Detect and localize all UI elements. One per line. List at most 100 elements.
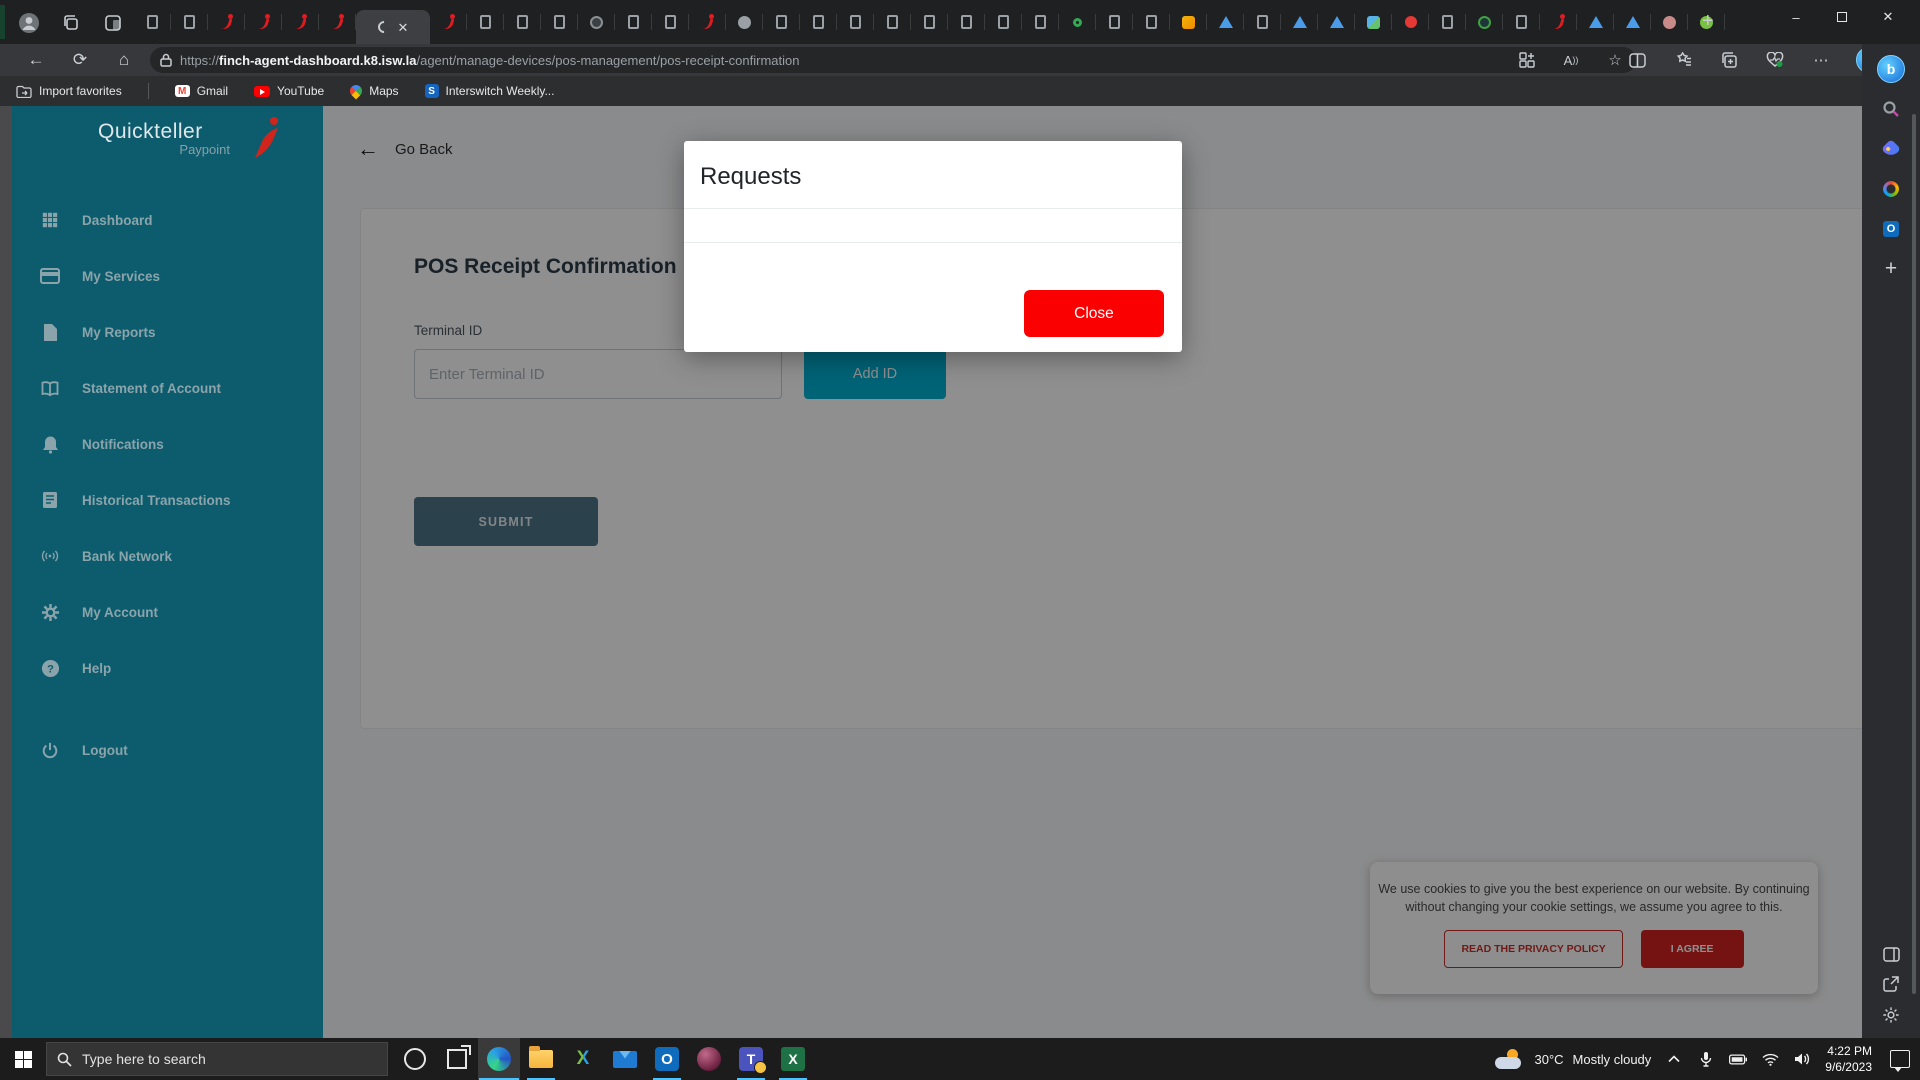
favorite-youtube[interactable]: YouTube — [254, 84, 324, 98]
browser-essentials-icon[interactable] — [1764, 49, 1786, 71]
tab-11[interactable] — [541, 0, 578, 44]
favorite-import-favorites[interactable]: Import favorites — [16, 83, 122, 99]
sidebar-item-logout[interactable]: Logout — [12, 722, 323, 778]
window-minimize-button[interactable]: – — [1774, 0, 1818, 34]
sidebar-item-historical-transactions[interactable]: Historical Transactions — [12, 472, 323, 528]
favorite-maps[interactable]: Maps — [350, 84, 398, 98]
search-icon[interactable] — [1876, 94, 1906, 124]
tab-14[interactable] — [652, 0, 689, 44]
sidebar-item-dashboard[interactable]: Dashboard — [12, 192, 323, 248]
microphone-icon[interactable] — [1697, 1050, 1715, 1068]
open-external-icon[interactable] — [1883, 976, 1899, 992]
tab-9[interactable] — [467, 0, 504, 44]
workspaces-icon[interactable] — [98, 8, 128, 38]
taskbar-app-outlook[interactable]: O — [646, 1038, 688, 1080]
sidebar-item-statement-of-account[interactable]: Statement of Account — [12, 360, 323, 416]
rail-scrollbar[interactable] — [1912, 114, 1916, 994]
tab-active[interactable]: ✕ — [356, 10, 430, 44]
tab-12[interactable] — [578, 0, 615, 44]
home-button[interactable]: ⌂ — [110, 47, 138, 73]
tab-34[interactable] — [1392, 0, 1429, 44]
volume-icon[interactable] — [1793, 1050, 1811, 1068]
tab-22[interactable] — [948, 0, 985, 44]
tab-25[interactable] — [1059, 0, 1096, 44]
tab-13[interactable] — [615, 0, 652, 44]
new-tab-button[interactable]: + — [1702, 10, 1714, 33]
add-to-collections-icon[interactable] — [1718, 49, 1740, 71]
tab-4[interactable] — [245, 0, 282, 44]
tab-33[interactable] — [1355, 0, 1392, 44]
taskbar-app-sphere-app[interactable] — [688, 1038, 730, 1080]
tab-10[interactable] — [504, 0, 541, 44]
side-panel-icon[interactable] — [1883, 947, 1900, 962]
sidebar-item-help[interactable]: ?Help — [12, 640, 323, 696]
tab-3[interactable] — [208, 0, 245, 44]
tab-21[interactable] — [911, 0, 948, 44]
window-close-button[interactable]: ✕ — [1866, 0, 1910, 34]
refresh-button[interactable]: ⟳ — [66, 47, 94, 73]
sidebar-item-my-services[interactable]: My Services — [12, 248, 323, 304]
address-bar[interactable]: https://finch-agent-dashboard.k8.isw.la/… — [150, 47, 1636, 73]
action-center-icon[interactable] — [1890, 1050, 1910, 1068]
sidebar-item-my-account[interactable]: My Account — [12, 584, 323, 640]
task-view-button[interactable] — [436, 1038, 478, 1080]
add-icon[interactable]: + — [1876, 254, 1906, 284]
taskbar-search[interactable]: Type here to search — [46, 1042, 388, 1076]
tab-5[interactable] — [282, 0, 319, 44]
taskbar-app-excel[interactable]: X — [772, 1038, 814, 1080]
tab-20[interactable] — [874, 0, 911, 44]
tab-8[interactable] — [430, 0, 467, 44]
tab-29[interactable] — [1207, 0, 1244, 44]
collections-icon[interactable] — [1672, 49, 1694, 71]
workspaces-grid-icon[interactable] — [1516, 49, 1538, 71]
tab-16[interactable] — [726, 0, 763, 44]
tab-6[interactable] — [319, 0, 356, 44]
taskbar-app-mail[interactable] — [604, 1038, 646, 1080]
modal-close-button[interactable]: Close — [1024, 290, 1164, 337]
sidebar-item-bank-network[interactable]: Bank Network — [12, 528, 323, 584]
back-button[interactable]: ← — [22, 47, 50, 73]
tab-39[interactable] — [1577, 0, 1614, 44]
tab-19[interactable] — [837, 0, 874, 44]
split-screen-icon[interactable] — [1626, 49, 1648, 71]
tab-31[interactable] — [1281, 0, 1318, 44]
taskbar-app-file-explorer[interactable] — [520, 1038, 562, 1080]
tab-40[interactable] — [1614, 0, 1651, 44]
outlook-icon[interactable]: O — [1876, 214, 1906, 244]
settings-menu-icon[interactable]: ⋯ — [1810, 49, 1832, 71]
battery-icon[interactable] — [1729, 1050, 1747, 1068]
tab-actions-menu[interactable] — [56, 8, 86, 38]
favorite-star-icon[interactable]: ☆ — [1604, 49, 1626, 71]
tab-30[interactable] — [1244, 0, 1281, 44]
tray-chevron-icon[interactable] — [1665, 1050, 1683, 1068]
shopping-icon[interactable] — [1876, 134, 1906, 164]
weather-widget[interactable]: 30°C Mostly cloudy — [1495, 1049, 1651, 1069]
copilot-icon[interactable]: b — [1876, 54, 1906, 84]
tab-35[interactable] — [1429, 0, 1466, 44]
microsoft365-icon[interactable] — [1876, 174, 1906, 204]
tab-36[interactable] — [1466, 0, 1503, 44]
sidebar-item-notifications[interactable]: Notifications — [12, 416, 323, 472]
start-button[interactable] — [0, 1038, 46, 1080]
taskbar-clock[interactable]: 4:22 PM 9/6/2023 — [1825, 1043, 1872, 1075]
sidebar-item-my-reports[interactable]: My Reports — [12, 304, 323, 360]
cortana-button[interactable] — [394, 1038, 436, 1080]
tab-15[interactable] — [689, 0, 726, 44]
profile-avatar[interactable] — [14, 8, 44, 38]
settings-gear-icon[interactable] — [1882, 1006, 1900, 1024]
tab-17[interactable] — [763, 0, 800, 44]
window-maximize-button[interactable] — [1820, 0, 1864, 34]
tab-23[interactable] — [985, 0, 1022, 44]
tab-41[interactable] — [1651, 0, 1688, 44]
tab-26[interactable] — [1096, 0, 1133, 44]
tab-close-icon[interactable]: ✕ — [398, 21, 409, 34]
tab-2[interactable] — [171, 0, 208, 44]
tab-28[interactable] — [1170, 0, 1207, 44]
tab-37[interactable] — [1503, 0, 1540, 44]
favorite-gmail[interactable]: MGmail — [175, 84, 228, 98]
wifi-icon[interactable] — [1761, 1050, 1779, 1068]
taskbar-app-edge[interactable] — [478, 1038, 520, 1080]
favorite-interswitch-weekly[interactable]: SInterswitch Weekly... — [425, 84, 555, 98]
tab-38[interactable] — [1540, 0, 1577, 44]
tab-1[interactable] — [134, 0, 171, 44]
